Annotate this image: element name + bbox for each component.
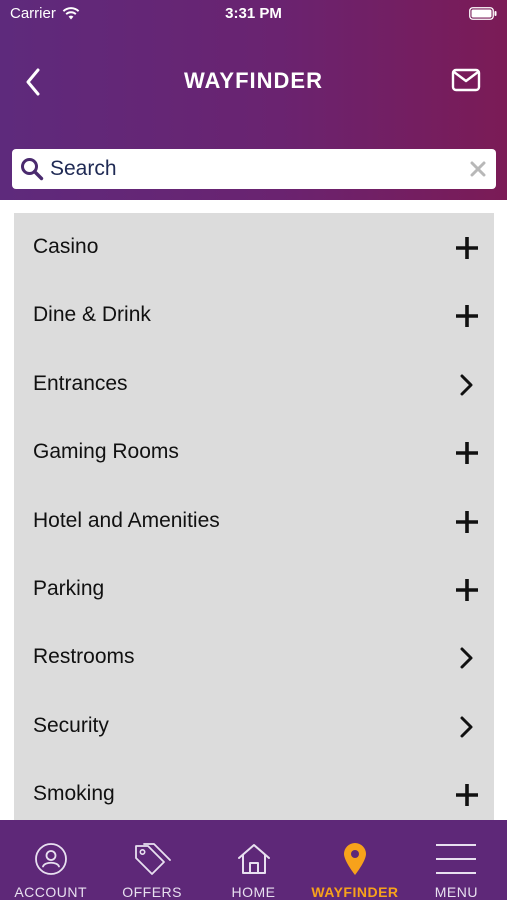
list-item-restrooms[interactable]: Restrooms (14, 623, 494, 691)
list-item-label: Casino (33, 235, 99, 258)
plus-icon (454, 509, 480, 535)
mail-button[interactable] (451, 68, 485, 96)
tab-wayfinder[interactable]: WAYFINDER (304, 820, 405, 900)
tab-account[interactable]: ACCOUNT (0, 820, 101, 900)
plus-icon (454, 782, 480, 808)
tab-label: MENU (434, 884, 478, 900)
bottom-tab-bar: ACCOUNT OFFERS HOME WAYFINDER MENU (0, 820, 507, 900)
list-item-label: Entrances (33, 371, 128, 395)
chevron-right-icon (454, 372, 480, 398)
tab-label: HOME (231, 884, 276, 900)
plus-icon (454, 440, 480, 466)
tab-home[interactable]: HOME (203, 820, 304, 900)
chevron-right-icon (454, 714, 480, 740)
map-pin-icon (304, 842, 405, 876)
list-item-entrances[interactable]: Entrances (14, 350, 494, 418)
page-title: WAYFINDER (184, 68, 323, 93)
list-item-label: Hotel and Amenities (33, 508, 220, 532)
plus-icon (454, 235, 480, 261)
list-item-smoking[interactable]: Smoking (14, 760, 494, 820)
list-item-casino[interactable]: Casino (14, 213, 494, 281)
tab-offers[interactable]: OFFERS (101, 820, 202, 900)
list-item-gaming-rooms[interactable]: Gaming Rooms (14, 418, 494, 486)
status-time: 3:31 PM (225, 5, 282, 22)
list-item-security[interactable]: Security (14, 692, 494, 760)
list-item-label: Parking (33, 576, 105, 600)
tab-label: OFFERS (122, 884, 182, 900)
home-icon (203, 842, 304, 876)
category-list: Casino Dine & Drink Entrances Gaming Roo… (14, 213, 494, 820)
tab-menu[interactable]: MENU (406, 820, 507, 900)
hamburger-menu-icon (406, 842, 507, 876)
list-item-parking[interactable]: Parking (14, 555, 494, 623)
plus-icon (454, 577, 480, 603)
list-item-label: Restrooms (33, 645, 135, 669)
account-icon (0, 842, 101, 876)
plus-icon (454, 303, 480, 329)
search-input[interactable] (44, 151, 460, 187)
nav-bar: WAYFINDER (0, 50, 507, 114)
status-bar: Carrier 3:31 PM (0, 0, 507, 28)
close-icon (470, 161, 486, 177)
header: Carrier 3:31 PM WAYFINDER (0, 0, 507, 200)
list-item-label: Smoking (33, 782, 115, 806)
search-icon (21, 158, 44, 181)
list-item-label: Dine & Drink (33, 303, 151, 327)
chevron-right-icon (454, 645, 480, 671)
list-item-hotel-amenities[interactable]: Hotel and Amenities (14, 487, 494, 555)
list-item-label: Security (33, 713, 109, 737)
battery-icon (469, 7, 497, 20)
clear-search-button[interactable] (460, 151, 496, 187)
search-bar (12, 149, 496, 189)
tab-label: WAYFINDER (311, 884, 399, 900)
tags-icon (101, 842, 202, 876)
envelope-icon (451, 68, 481, 92)
tab-label: ACCOUNT (14, 884, 88, 900)
list-item-dine-drink[interactable]: Dine & Drink (14, 281, 494, 349)
list-item-label: Gaming Rooms (33, 440, 179, 464)
